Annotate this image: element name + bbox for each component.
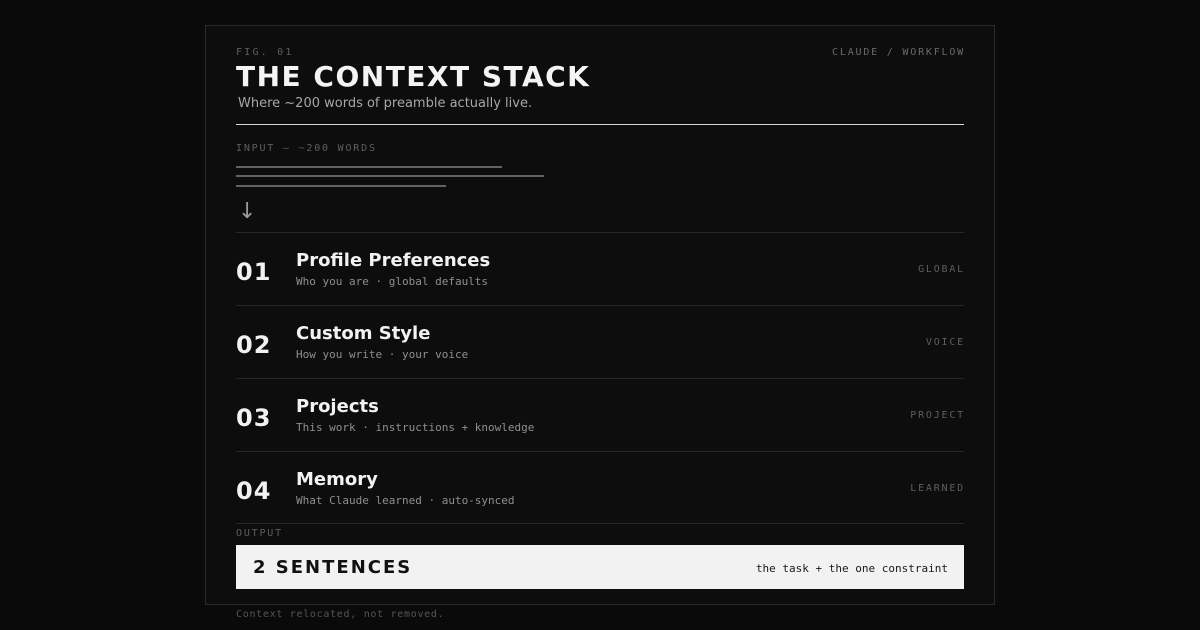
brand-label: CLAUDE / WORKFLOW xyxy=(832,47,965,58)
layer-tag: LEARNED xyxy=(910,483,965,494)
title-divider xyxy=(236,124,964,125)
input-label: INPUT — ~200 WORDS xyxy=(236,143,377,154)
stack-layer-custom-style: 02 Custom Style How you write · your voi… xyxy=(236,305,964,378)
stack-layer-profile-preferences: 01 Profile Preferences Who you are · glo… xyxy=(236,232,964,305)
layer-description: What Claude learned · auto-synced xyxy=(296,494,515,507)
output-label: OUTPUT xyxy=(236,528,283,539)
stack-layer-memory: 04 Memory What Claude learned · auto-syn… xyxy=(236,451,964,524)
layer-tag: GLOBAL xyxy=(918,264,965,275)
layer-tag: PROJECT xyxy=(910,410,965,421)
input-text-line xyxy=(236,175,544,177)
input-text-line xyxy=(236,185,446,187)
output-detail: the task + the one constraint xyxy=(755,562,948,575)
layer-title: Custom Style xyxy=(296,323,431,344)
layer-description: Who you are · global defaults xyxy=(296,275,489,288)
layer-description: How you write · your voice xyxy=(296,348,469,361)
layer-description: This work · instructions + knowledge xyxy=(296,421,535,434)
layer-number: 02 xyxy=(236,331,272,359)
page-title: THE CONTEXT STACK xyxy=(236,60,591,93)
figure-label: FIG. 01 xyxy=(236,47,294,58)
layer-title: Memory xyxy=(296,469,378,490)
output-result: 2 SENTENCES xyxy=(253,557,413,578)
layer-title: Profile Preferences xyxy=(296,250,491,271)
layer-number: 04 xyxy=(236,477,272,505)
input-text-line xyxy=(236,166,502,168)
page-subtitle: Where ~200 words of preamble actually li… xyxy=(238,96,533,111)
layer-title: Projects xyxy=(296,396,379,417)
footer-caption: Context relocated, not removed. xyxy=(236,609,445,620)
layer-number: 01 xyxy=(236,258,272,286)
stack-divider xyxy=(236,523,964,524)
stack-layer-projects: 03 Projects This work · instructions + k… xyxy=(236,378,964,451)
layer-tag: VOICE xyxy=(925,337,965,348)
layer-number: 03 xyxy=(236,404,272,432)
down-arrow-icon: ↓ xyxy=(238,199,257,224)
output-result-box: 2 SENTENCES the task + the one constrain… xyxy=(236,545,964,589)
